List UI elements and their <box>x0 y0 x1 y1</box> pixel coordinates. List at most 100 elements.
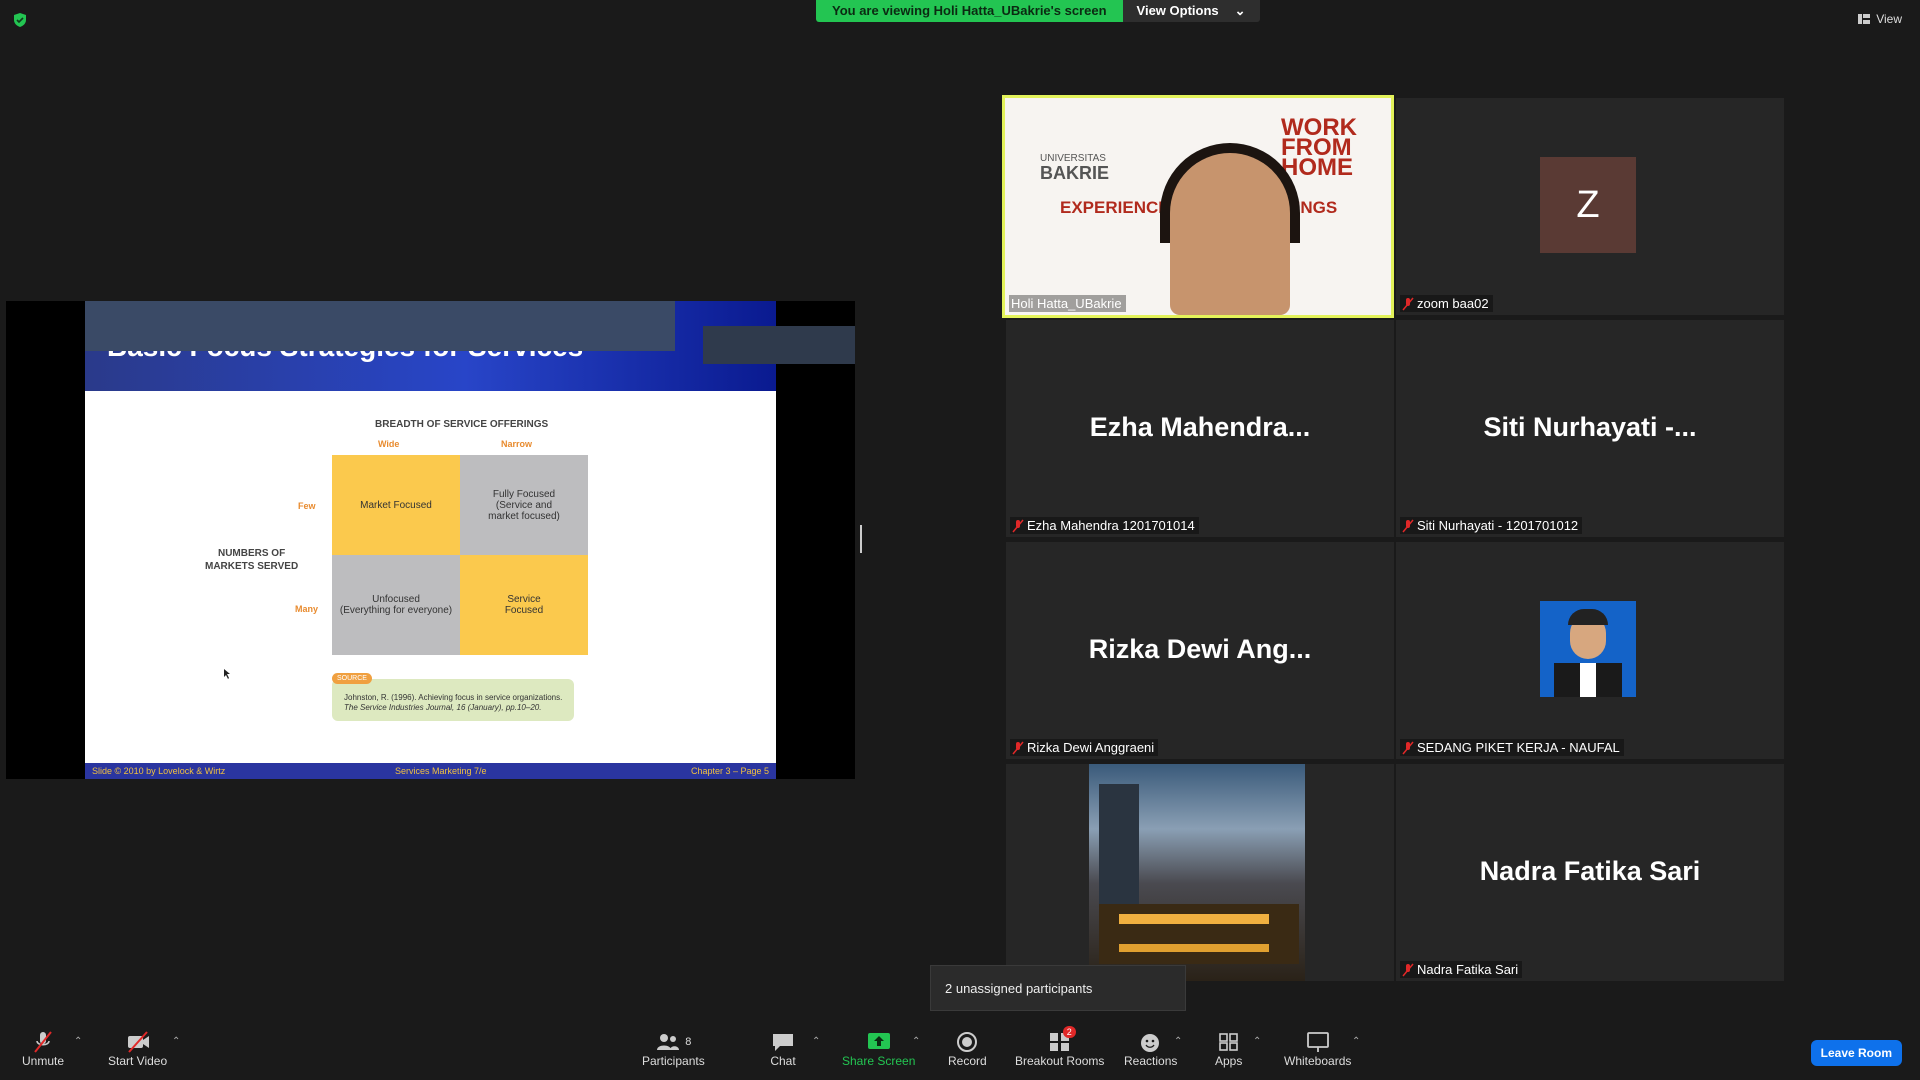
mic-off-icon <box>34 1031 52 1053</box>
photo-hair <box>1568 609 1608 625</box>
chat-icon <box>773 1034 793 1051</box>
footer-right: Chapter 3 – Page 5 <box>690 766 769 776</box>
caret-up-icon[interactable]: ⌃ <box>1253 1036 1261 1047</box>
rizka-name: Rizka Dewi Anggraeni <box>1027 740 1155 755</box>
caret-up-icon[interactable]: ⌃ <box>812 1036 820 1047</box>
naufal-name: SEDANG PIKET KERJA - NAUFAL <box>1417 740 1620 755</box>
video-tile-zoom[interactable]: Z zoom baa02 <box>1396 98 1784 315</box>
slide-footer: Slide © 2010 by Lovelock & Wirtz Service… <box>85 763 776 779</box>
view-options-label: View Options <box>1136 3 1219 18</box>
reactions-icon <box>1140 1034 1159 1052</box>
video-tile-siti[interactable]: Siti Nurhayati -... Siti Nurhayati - 120… <box>1396 320 1784 537</box>
cell-fully-focused-line-1: Fully Focused <box>492 488 556 500</box>
shield-icon[interactable] <box>12 12 28 28</box>
cell-unfocused: Unfocused (Everything for everyone) <box>332 555 460 655</box>
unmute-button[interactable]: Unmute <box>22 1030 64 1068</box>
reactions-button[interactable]: Reactions <box>1124 1030 1177 1068</box>
cell-fully-focused-line-2: (Service and <box>495 499 553 511</box>
photo-house <box>1099 904 1299 964</box>
participants-icon <box>657 1034 680 1050</box>
record-icon <box>957 1032 978 1052</box>
cell-service-focused-line-2: Focused <box>504 605 544 616</box>
whiteboards-label: Whiteboards <box>1284 1054 1352 1068</box>
breakout-rooms-button[interactable]: 2 Breakout Rooms <box>1015 1026 1104 1068</box>
participants-button[interactable]: 8 Participants <box>642 1030 705 1068</box>
tile-name-label: Nadra Fatika Sari <box>1400 961 1523 978</box>
side-overlay <box>703 326 855 364</box>
tile-display-name: Siti Nurhayati -... <box>1483 412 1697 442</box>
shared-screen[interactable]: Basic Focus Strategies for Services BREA… <box>6 301 855 779</box>
photo-lights-1 <box>1119 914 1269 924</box>
video-tile-naufal[interactable]: SEDANG PIKET KERJA - NAUFAL <box>1396 542 1784 759</box>
start-video-label: Start Video <box>108 1054 168 1068</box>
siti-name: Siti Nurhayati - 1201701012 <box>1417 518 1579 533</box>
record-label: Record <box>948 1054 987 1068</box>
video-tile-ezha[interactable]: Ezha Mahendra... Ezha Mahendra 120170101… <box>1006 320 1394 537</box>
source-box: Johnston, R. (1996). Achieving focus in … <box>332 679 574 721</box>
tile-name-label: Rizka Dewi Anggraeni <box>1010 739 1159 756</box>
source-tag: SOURCE <box>332 673 372 684</box>
cell-unfocused-line-2: (Everything for everyone) <box>339 605 453 616</box>
many-label: Many <box>295 604 319 614</box>
tile-display-name: Rizka Dewi Ang... <box>1088 634 1312 664</box>
apps-button[interactable]: Apps <box>1215 1030 1242 1068</box>
video-tile-holi[interactable]: UNIVERSITAS BAKRIE WORK FROM HOME EXPERI… <box>1002 95 1394 318</box>
whiteboards-button[interactable]: Whiteboards <box>1284 1030 1351 1068</box>
start-video-button[interactable]: Start Video <box>108 1030 167 1068</box>
meeting-toolbar: Unmute ⌃ Start Video ⌃ 8 Participants Ch… <box>0 1018 1920 1080</box>
video-off-icon <box>127 1031 149 1053</box>
tile-display-name: Nadra Fatika Sari <box>1479 856 1701 886</box>
viewing-banner-text: You are viewing Holi Hatta_UBakrie's scr… <box>816 0 1123 22</box>
markets-line-1: NUMBERS OF <box>217 548 286 559</box>
source-line-1: Johnston, R. (1996). Achieving focus in … <box>344 693 563 702</box>
participants-label: Participants <box>642 1054 705 1068</box>
zoom-name: zoom baa02 <box>1417 296 1489 311</box>
cell-fully-focused-line-3: market focused) <box>488 510 560 522</box>
mic-off-icon <box>1402 963 1414 976</box>
caret-up-icon[interactable]: ⌃ <box>172 1036 180 1047</box>
cursor-icon <box>224 669 230 679</box>
view-options-button[interactable]: View Options ⌄ <box>1122 0 1260 22</box>
wide-label: Wide <box>378 439 400 449</box>
mic-off-icon <box>1012 519 1024 532</box>
breadth-heading: BREADTH OF SERVICE OFFERINGS <box>375 419 549 430</box>
record-button[interactable]: Record <box>948 1030 987 1068</box>
video-tile-city[interactable] <box>1006 764 1394 981</box>
tile-name-label: Ezha Mahendra 1201701014 <box>1010 517 1199 534</box>
view-button[interactable]: View <box>1858 12 1902 26</box>
video-tile-rizka[interactable]: Rizka Dewi Ang... Rizka Dewi Anggraeni <box>1006 542 1394 759</box>
share-screen-button[interactable]: Share Screen <box>842 1030 915 1068</box>
tile-name-label: SEDANG PIKET KERJA - NAUFAL <box>1400 739 1624 756</box>
tile-name-label: zoom baa02 <box>1400 295 1493 312</box>
participant-face <box>1170 153 1290 315</box>
whiteboard-icon <box>1306 1032 1329 1052</box>
caret-up-icon[interactable]: ⌃ <box>1352 1036 1360 1047</box>
cell-market-focused-text: Market Focused <box>360 499 432 511</box>
leave-room-button[interactable]: Leave Room <box>1810 1040 1902 1066</box>
bg-brand-line-2: BAKRIE <box>1040 163 1110 183</box>
slide-header: Basic Focus Strategies for Services <box>85 301 776 391</box>
caret-up-icon[interactable]: ⌃ <box>912 1036 920 1047</box>
video-feed <box>1089 764 1305 981</box>
holi-name: Holi Hatta_UBakrie <box>1011 296 1122 311</box>
caret-up-icon[interactable]: ⌃ <box>74 1036 82 1047</box>
header-overlay <box>85 301 675 351</box>
few-label: Few <box>298 501 316 511</box>
viewing-banner: You are viewing Holi Hatta_UBakrie's scr… <box>816 0 1260 22</box>
unassigned-participants-popover[interactable]: 2 unassigned participants <box>930 965 1186 1011</box>
mic-off-icon <box>1402 297 1414 310</box>
split-handle[interactable] <box>860 525 862 553</box>
apps-icon <box>1218 1033 1238 1051</box>
chat-label: Chat <box>770 1054 796 1068</box>
tile-name-label: Siti Nurhayati - 1201701012 <box>1400 517 1583 534</box>
chat-button[interactable]: Chat <box>770 1030 796 1068</box>
video-tile-nadra[interactable]: Nadra Fatika Sari Nadra Fatika Sari <box>1396 764 1784 981</box>
popover-text: 2 unassigned participants <box>945 980 1093 996</box>
cell-fully-focused: Fully Focused (Service and market focuse… <box>460 455 588 555</box>
photo-building <box>1099 784 1139 904</box>
caret-up-icon[interactable]: ⌃ <box>1174 1036 1182 1047</box>
nadra-name: Nadra Fatika Sari <box>1417 962 1519 977</box>
markets-served-label: NUMBERS OF MARKETS SERVED <box>205 547 298 573</box>
markets-line-2: MARKETS SERVED <box>205 561 299 572</box>
cell-service-focused-line-1: Service <box>507 594 541 605</box>
